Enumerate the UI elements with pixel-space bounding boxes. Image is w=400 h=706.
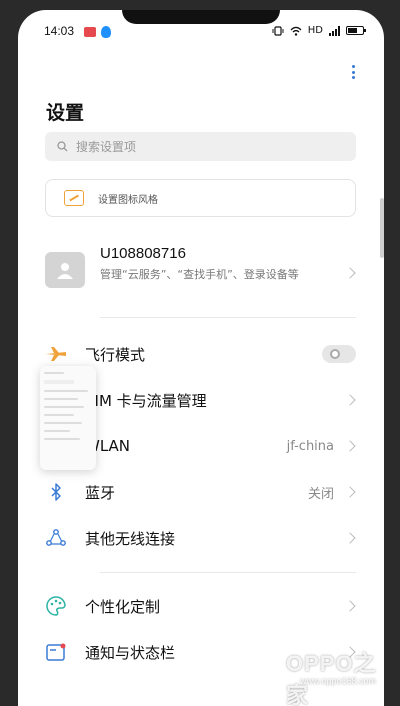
setting-value: jf-china xyxy=(286,438,334,454)
account-name: U108808716 xyxy=(100,245,186,262)
status-time: 14:03 xyxy=(44,24,75,38)
search-icon xyxy=(57,141,68,152)
status-indicators: HD xyxy=(272,25,366,36)
palette-icon xyxy=(45,595,67,617)
setting-label: 其他无线连接 xyxy=(85,529,176,548)
signal-icon xyxy=(329,25,340,36)
setting-label: WLAN xyxy=(85,437,131,455)
scrollbar[interactable] xyxy=(380,198,384,258)
chevron-right-icon xyxy=(344,486,356,498)
phone-frame: 14:03 HD 设置 搜索设置项 设置图标风格 U108808716 管理“云… xyxy=(0,0,400,706)
setting-row-personalize[interactable]: 个性化定制 xyxy=(45,584,356,628)
divider xyxy=(100,572,356,573)
setting-label: 个性化定制 xyxy=(85,597,161,616)
search-input[interactable]: 搜索设置项 xyxy=(45,132,356,161)
watermark-url: www.oppo168.com xyxy=(300,676,377,686)
divider xyxy=(100,317,356,318)
more-vertical-icon[interactable] xyxy=(350,65,356,79)
app-notification-icon xyxy=(84,27,96,37)
wifi-status-icon xyxy=(290,26,302,36)
oppo-logo-icon: P xyxy=(240,644,280,684)
icon-style-card[interactable]: 设置图标风格 xyxy=(45,179,356,217)
avatar xyxy=(45,252,85,288)
battery-icon xyxy=(346,26,366,35)
recent-screenshot-thumbnail[interactable] xyxy=(40,366,96,470)
qq-notification-icon xyxy=(101,26,111,38)
bluetooth-icon xyxy=(45,481,67,503)
watermark: P OPPO之家 www.oppo168.com xyxy=(240,640,390,706)
chevron-right-icon xyxy=(344,440,356,452)
airplane-mode-toggle[interactable] xyxy=(322,345,356,363)
image-style-icon xyxy=(64,190,84,206)
airplane-icon xyxy=(45,343,67,365)
notification-icon xyxy=(45,641,67,663)
setting-value: 关闭 xyxy=(307,486,334,502)
setting-label: 飞行模式 xyxy=(85,345,146,364)
connection-icon xyxy=(45,527,67,549)
account-description: 管理“云服务”、“查找手机”、登录设备等 xyxy=(100,268,299,281)
user-icon xyxy=(57,263,73,279)
search-placeholder: 搜索设置项 xyxy=(76,140,137,154)
account-row[interactable]: U108808716 管理“云服务”、“查找手机”、登录设备等 xyxy=(45,243,356,303)
vibrate-icon xyxy=(272,25,284,36)
setting-row-bluetooth[interactable]: 蓝牙 关闭 xyxy=(45,470,356,514)
icon-style-label: 设置图标风格 xyxy=(98,194,158,206)
chevron-right-icon xyxy=(344,267,356,279)
page-title: 设置 xyxy=(46,102,85,124)
setting-label: SIM 卡与流量管理 xyxy=(85,391,207,410)
setting-row-other-wireless[interactable]: 其他无线连接 xyxy=(45,516,356,560)
network-type: HD xyxy=(307,25,323,36)
setting-label: 蓝牙 xyxy=(85,483,116,502)
status-bar: 14:03 HD xyxy=(18,22,384,44)
settings-screen: 14:03 HD 设置 搜索设置项 设置图标风格 U108808716 管理“云… xyxy=(18,10,384,706)
